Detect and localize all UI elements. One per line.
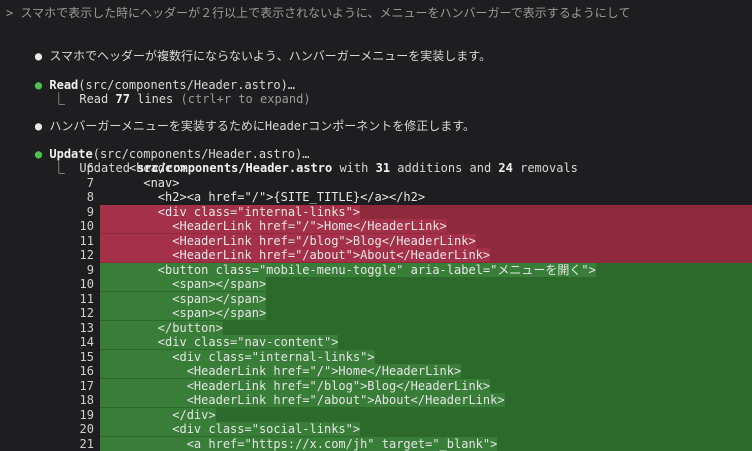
terminal-window: > スマホで表示した時にヘッダーが２行以上で表示されないように、メニューをハンバ…: [0, 0, 752, 447]
diff-line-add: 11 <span></span>: [0, 292, 752, 307]
diff-line-add: 15 <div class="internal-links">: [0, 350, 752, 365]
diff-line-add: 21 <a href="https://x.com/jh" target="_b…: [0, 437, 752, 451]
user-prompt: > スマホで表示した時にヘッダーが２行以上で表示されないように、メニューをハンバ…: [6, 6, 630, 20]
code-text: <span></span>: [100, 306, 266, 320]
line-number: 12: [72, 306, 94, 320]
diff-line-ctx: 8 <h2><a href="/">{SITE_TITLE}</a></h2>: [0, 190, 752, 205]
expand-hint: (ctrl+r to expand): [173, 92, 310, 106]
code-text: <div class="social-links">: [100, 422, 360, 436]
code-text: <div class="internal-links">: [100, 350, 375, 364]
diff-line-add: 17 <HeaderLink href="/blog">Blog</Header…: [0, 379, 752, 394]
diff-line-del: 11 <HeaderLink href="/blog">Blog</Header…: [0, 234, 752, 249]
code-text: <HeaderLink href="/">Home</HeaderLink>: [100, 364, 461, 378]
diff-line-del: 10 <HeaderLink href="/">Home</HeaderLink…: [0, 219, 752, 234]
line-number: 20: [72, 422, 94, 436]
line-number: 8: [72, 190, 94, 204]
code-text: </button>: [100, 321, 223, 335]
bullet-icon: ●: [35, 119, 42, 133]
line-number: 10: [72, 219, 94, 233]
code-text: <HeaderLink href="/blog">Blog</HeaderLin…: [100, 379, 490, 393]
diff-line-ctx: 6 <header>: [0, 161, 752, 176]
message-text: ハンバーガーメニューを実装するためにHeaderコンポーネントを修正します。: [49, 119, 475, 133]
diff-line-add: 19 </div>: [0, 408, 752, 423]
line-number: 17: [72, 379, 94, 393]
code-text: <header>: [100, 161, 187, 175]
result-suffix: lines: [130, 92, 173, 106]
diff-line-add: 20 <div class="social-links">: [0, 422, 752, 437]
line-number: 14: [72, 335, 94, 349]
code-text: <HeaderLink href="/about">About</HeaderL…: [100, 248, 490, 262]
code-text: <div class="nav-content">: [100, 335, 338, 349]
line-number: 18: [72, 393, 94, 407]
diff-line-del: 9 <div class="internal-links">: [0, 205, 752, 220]
code-text: <HeaderLink href="/">Home</HeaderLink>: [100, 219, 447, 233]
line-number: 11: [72, 234, 94, 248]
code-text: <h2><a href="/">{SITE_TITLE}</a></h2>: [100, 190, 425, 204]
code-text: <span></span>: [100, 292, 266, 306]
code-text: <nav>: [100, 176, 179, 190]
diff-line-ctx: 7 <nav>: [0, 176, 752, 191]
diff-line-add: 13 </button>: [0, 321, 752, 336]
line-number: 12: [72, 248, 94, 262]
diff-line-del: 12 <HeaderLink href="/about">About</Head…: [0, 248, 752, 263]
code-text: <div class="internal-links">: [100, 205, 360, 219]
line-count: 77: [115, 92, 129, 106]
code-text: <button class="mobile-menu-toggle" aria-…: [100, 263, 596, 277]
line-number: 21: [72, 437, 94, 451]
line-number: 11: [72, 292, 94, 306]
line-number: 9: [72, 263, 94, 277]
code-text: <HeaderLink href="/blog">Blog</HeaderLin…: [100, 234, 476, 248]
bullet-icon: ●: [35, 49, 42, 63]
code-text: <HeaderLink href="/about">About</HeaderL…: [100, 393, 505, 407]
message-text: スマホでヘッダーが複数行にならないよう、ハンバーガーメニューを実装します。: [49, 49, 491, 63]
line-number: 16: [72, 364, 94, 378]
diff-line-add: 9 <button class="mobile-menu-toggle" ari…: [0, 263, 752, 278]
code-text: <a href="https://x.com/jh" target="_blan…: [100, 437, 497, 451]
line-number: 19: [72, 408, 94, 422]
code-text: </div>: [100, 408, 216, 422]
line-number: 7: [72, 176, 94, 190]
diff-line-add: 12 <span></span>: [0, 306, 752, 321]
line-number: 10: [72, 277, 94, 291]
line-number: 13: [72, 321, 94, 335]
line-number: 6: [72, 161, 94, 175]
diff-line-add: 18 <HeaderLink href="/about">About</Head…: [0, 393, 752, 408]
result-prefix: ⎿ Read: [53, 92, 116, 106]
diff-line-add: 10 <span></span>: [0, 277, 752, 292]
diff-line-add: 16 <HeaderLink href="/">Home</HeaderLink…: [0, 364, 752, 379]
code-text: <span></span>: [100, 277, 266, 291]
line-number: 9: [72, 205, 94, 219]
diff-line-add: 14 <div class="nav-content">: [0, 335, 752, 350]
line-number: 15: [72, 350, 94, 364]
